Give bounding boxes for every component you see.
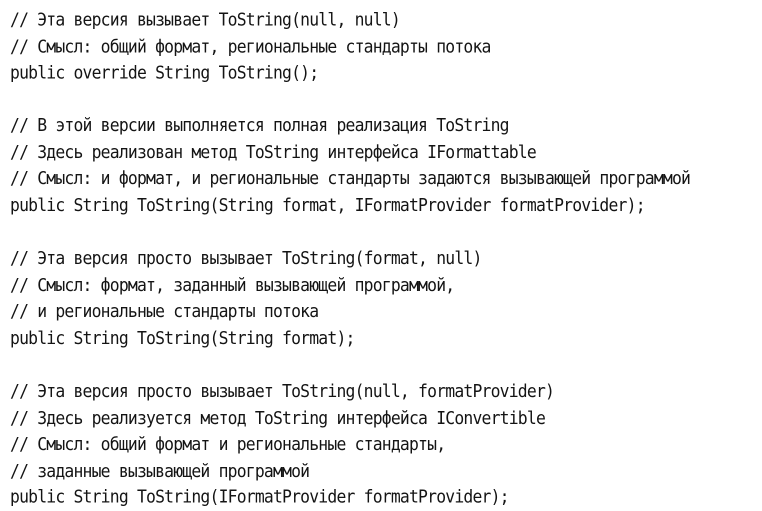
comment-line: // и региональные стандарты потока — [10, 301, 319, 322]
method-signature-line: public override String ToString(); — [10, 62, 319, 83]
comment-line: // Смысл: общий формат и региональные ст… — [10, 433, 446, 455]
code-block-tostring-default: // Эта версия вызывает ToString(null, nu… — [10, 7, 758, 87]
method-signature-line: public String ToString(String format); — [10, 327, 355, 349]
comment-line: // Эта версия вызывает ToString(null, nu… — [10, 9, 401, 30]
code-block-tostring-provider: // Эта версия просто вызывает ToString(n… — [10, 379, 758, 511]
comment-line: // Смысл: и формат, и региональные станд… — [10, 168, 691, 189]
comment-line: // Эта версия просто вызывает ToString(f… — [10, 248, 482, 269]
comment-line: // Смысл: формат, заданный вызывающей пр… — [10, 274, 455, 296]
code-block-tostring-format: // Эта версия просто вызывает ToString(f… — [10, 246, 758, 352]
method-signature-line: public String ToString(String format, IF… — [10, 194, 646, 216]
comment-line: // Смысл: общий формат, региональные ста… — [10, 35, 491, 57]
method-signature-line: public String ToString(IFormatProvider f… — [10, 486, 510, 508]
comment-line: // заданные вызывающей программой — [10, 460, 310, 481]
comment-line: // В этой версии выполняется полная реал… — [10, 115, 510, 136]
comment-line: // Здесь реализован метод ToString интер… — [10, 141, 537, 163]
code-listing: // Эта версия вызывает ToString(null, nu… — [10, 7, 758, 511]
code-block-tostring-full: // В этой версии выполняется полная реал… — [10, 113, 758, 219]
comment-line: // Здесь реализуется метод ToString инте… — [10, 407, 546, 428]
comment-line: // Эта версия просто вызывает ToString(n… — [10, 380, 555, 402]
